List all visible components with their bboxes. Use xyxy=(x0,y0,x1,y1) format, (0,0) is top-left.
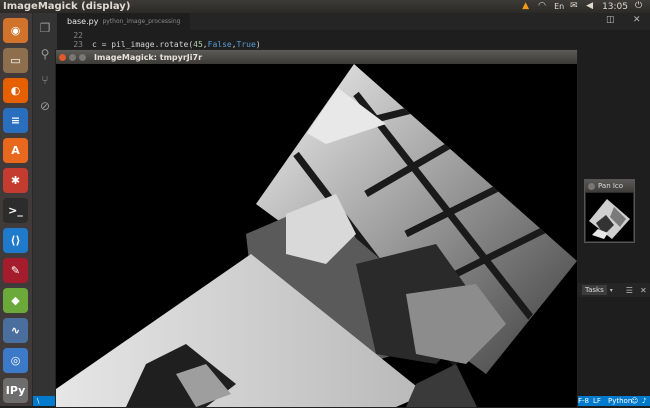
close-panel-icon[interactable]: ✕ xyxy=(640,286,647,295)
system-settings-icon[interactable]: ✱ xyxy=(3,168,28,193)
volume-icon[interactable]: ◀ xyxy=(586,2,595,11)
pan-icon-window[interactable]: Pan Ico xyxy=(584,179,635,243)
rotated-photo xyxy=(56,64,577,407)
chevron-down-icon[interactable]: ▾ xyxy=(610,287,613,294)
files-icon[interactable]: ▭ xyxy=(3,48,28,73)
close-button[interactable] xyxy=(59,53,66,61)
smiley-icon[interactable]: ☺ xyxy=(631,396,638,406)
window-title: ImageMagick (display) xyxy=(3,1,131,12)
tab-path: python_image_processing xyxy=(102,18,181,25)
imagemagick-title: ImageMagick: tmpyrJi7r xyxy=(94,52,203,62)
debug-icon[interactable]: ⊘ xyxy=(38,99,52,113)
image-canvas[interactable] xyxy=(56,64,577,407)
terminal-icon[interactable]: >_ xyxy=(3,198,28,223)
split-editor-icon[interactable]: ◫ xyxy=(606,15,615,25)
activity-bar: ❐ ⚲ ⑂ ⊘ xyxy=(33,13,57,406)
status-branch[interactable]: \ xyxy=(37,396,39,406)
wine-icon[interactable]: ✎ xyxy=(3,258,28,283)
maximize-button[interactable] xyxy=(79,53,86,61)
pan-icon-title: Pan Ico xyxy=(598,182,624,190)
ubuntu-dash-icon[interactable]: ◉ xyxy=(3,18,28,43)
explorer-icon[interactable]: ❐ xyxy=(38,21,52,35)
tasks-dropdown[interactable]: Tasks xyxy=(582,285,607,295)
status-encoding[interactable]: F-8 xyxy=(578,396,589,406)
ipython-icon[interactable]: IPy xyxy=(3,378,28,403)
power-icon[interactable]: ⏻ xyxy=(635,2,644,11)
system-tray: ▲ ◠ En ✉ ◀ 13:05 ⏻ xyxy=(522,2,650,12)
monitor-icon[interactable]: ∿ xyxy=(3,318,28,343)
keyboard-icon[interactable]: En xyxy=(554,2,564,11)
bell-icon[interactable]: ♪ xyxy=(642,396,646,406)
close-editor-icon[interactable]: ✕ xyxy=(633,15,641,25)
tab-base-py[interactable]: base.py python_image_processing xyxy=(57,13,191,30)
top-panel: ImageMagick (display) ▲ ◠ En ✉ ◀ 13:05 ⏻ xyxy=(0,0,650,13)
mail-icon[interactable]: ✉ xyxy=(570,2,579,11)
panel-header: Tasks ▾ ☰ ✕ xyxy=(578,283,650,297)
code-line[interactable]: c = pil_image.rotate(45,False,True) xyxy=(92,40,261,49)
status-eol[interactable]: LF xyxy=(593,396,601,406)
writer-icon[interactable]: ≡ xyxy=(3,108,28,133)
thumbnail-image xyxy=(589,199,630,239)
clear-output-icon[interactable]: ☰ xyxy=(626,286,633,295)
line-number: 22 xyxy=(73,31,83,40)
firefox-icon[interactable]: ◐ xyxy=(3,78,28,103)
wifi-icon[interactable]: ◠ xyxy=(538,2,547,11)
close-button[interactable] xyxy=(588,182,595,190)
imagemagick-titlebar[interactable]: ImageMagick: tmpyrJi7r xyxy=(56,50,577,64)
vscode-icon[interactable]: ⟨⟩ xyxy=(3,228,28,253)
chrome-icon[interactable]: ◎ xyxy=(3,348,28,373)
pan-thumbnail[interactable] xyxy=(586,193,633,241)
vlc-icon[interactable]: ▲ xyxy=(522,2,531,11)
unity-launcher: ◉ ▭ ◐ ≡ A ✱ >_ ⟨⟩ ✎ ◆ ∿ ◎ IPy xyxy=(0,13,33,406)
imagemagick-window[interactable]: ImageMagick: tmpyrJi7r xyxy=(55,49,578,408)
minimize-button[interactable] xyxy=(69,53,76,61)
tab-filename: base.py xyxy=(67,17,99,26)
line-number: 23 xyxy=(73,40,83,49)
package-icon[interactable]: ◆ xyxy=(3,288,28,313)
git-icon[interactable]: ⑂ xyxy=(38,73,52,87)
software-center-icon[interactable]: A xyxy=(3,138,28,163)
search-icon[interactable]: ⚲ xyxy=(38,47,52,61)
clock[interactable]: 13:05 xyxy=(602,2,628,12)
status-language[interactable]: Python xyxy=(608,396,632,406)
editor-tabs: base.py python_image_processing ◫ ✕ xyxy=(57,13,650,30)
pan-icon-titlebar[interactable]: Pan Ico xyxy=(585,180,634,192)
